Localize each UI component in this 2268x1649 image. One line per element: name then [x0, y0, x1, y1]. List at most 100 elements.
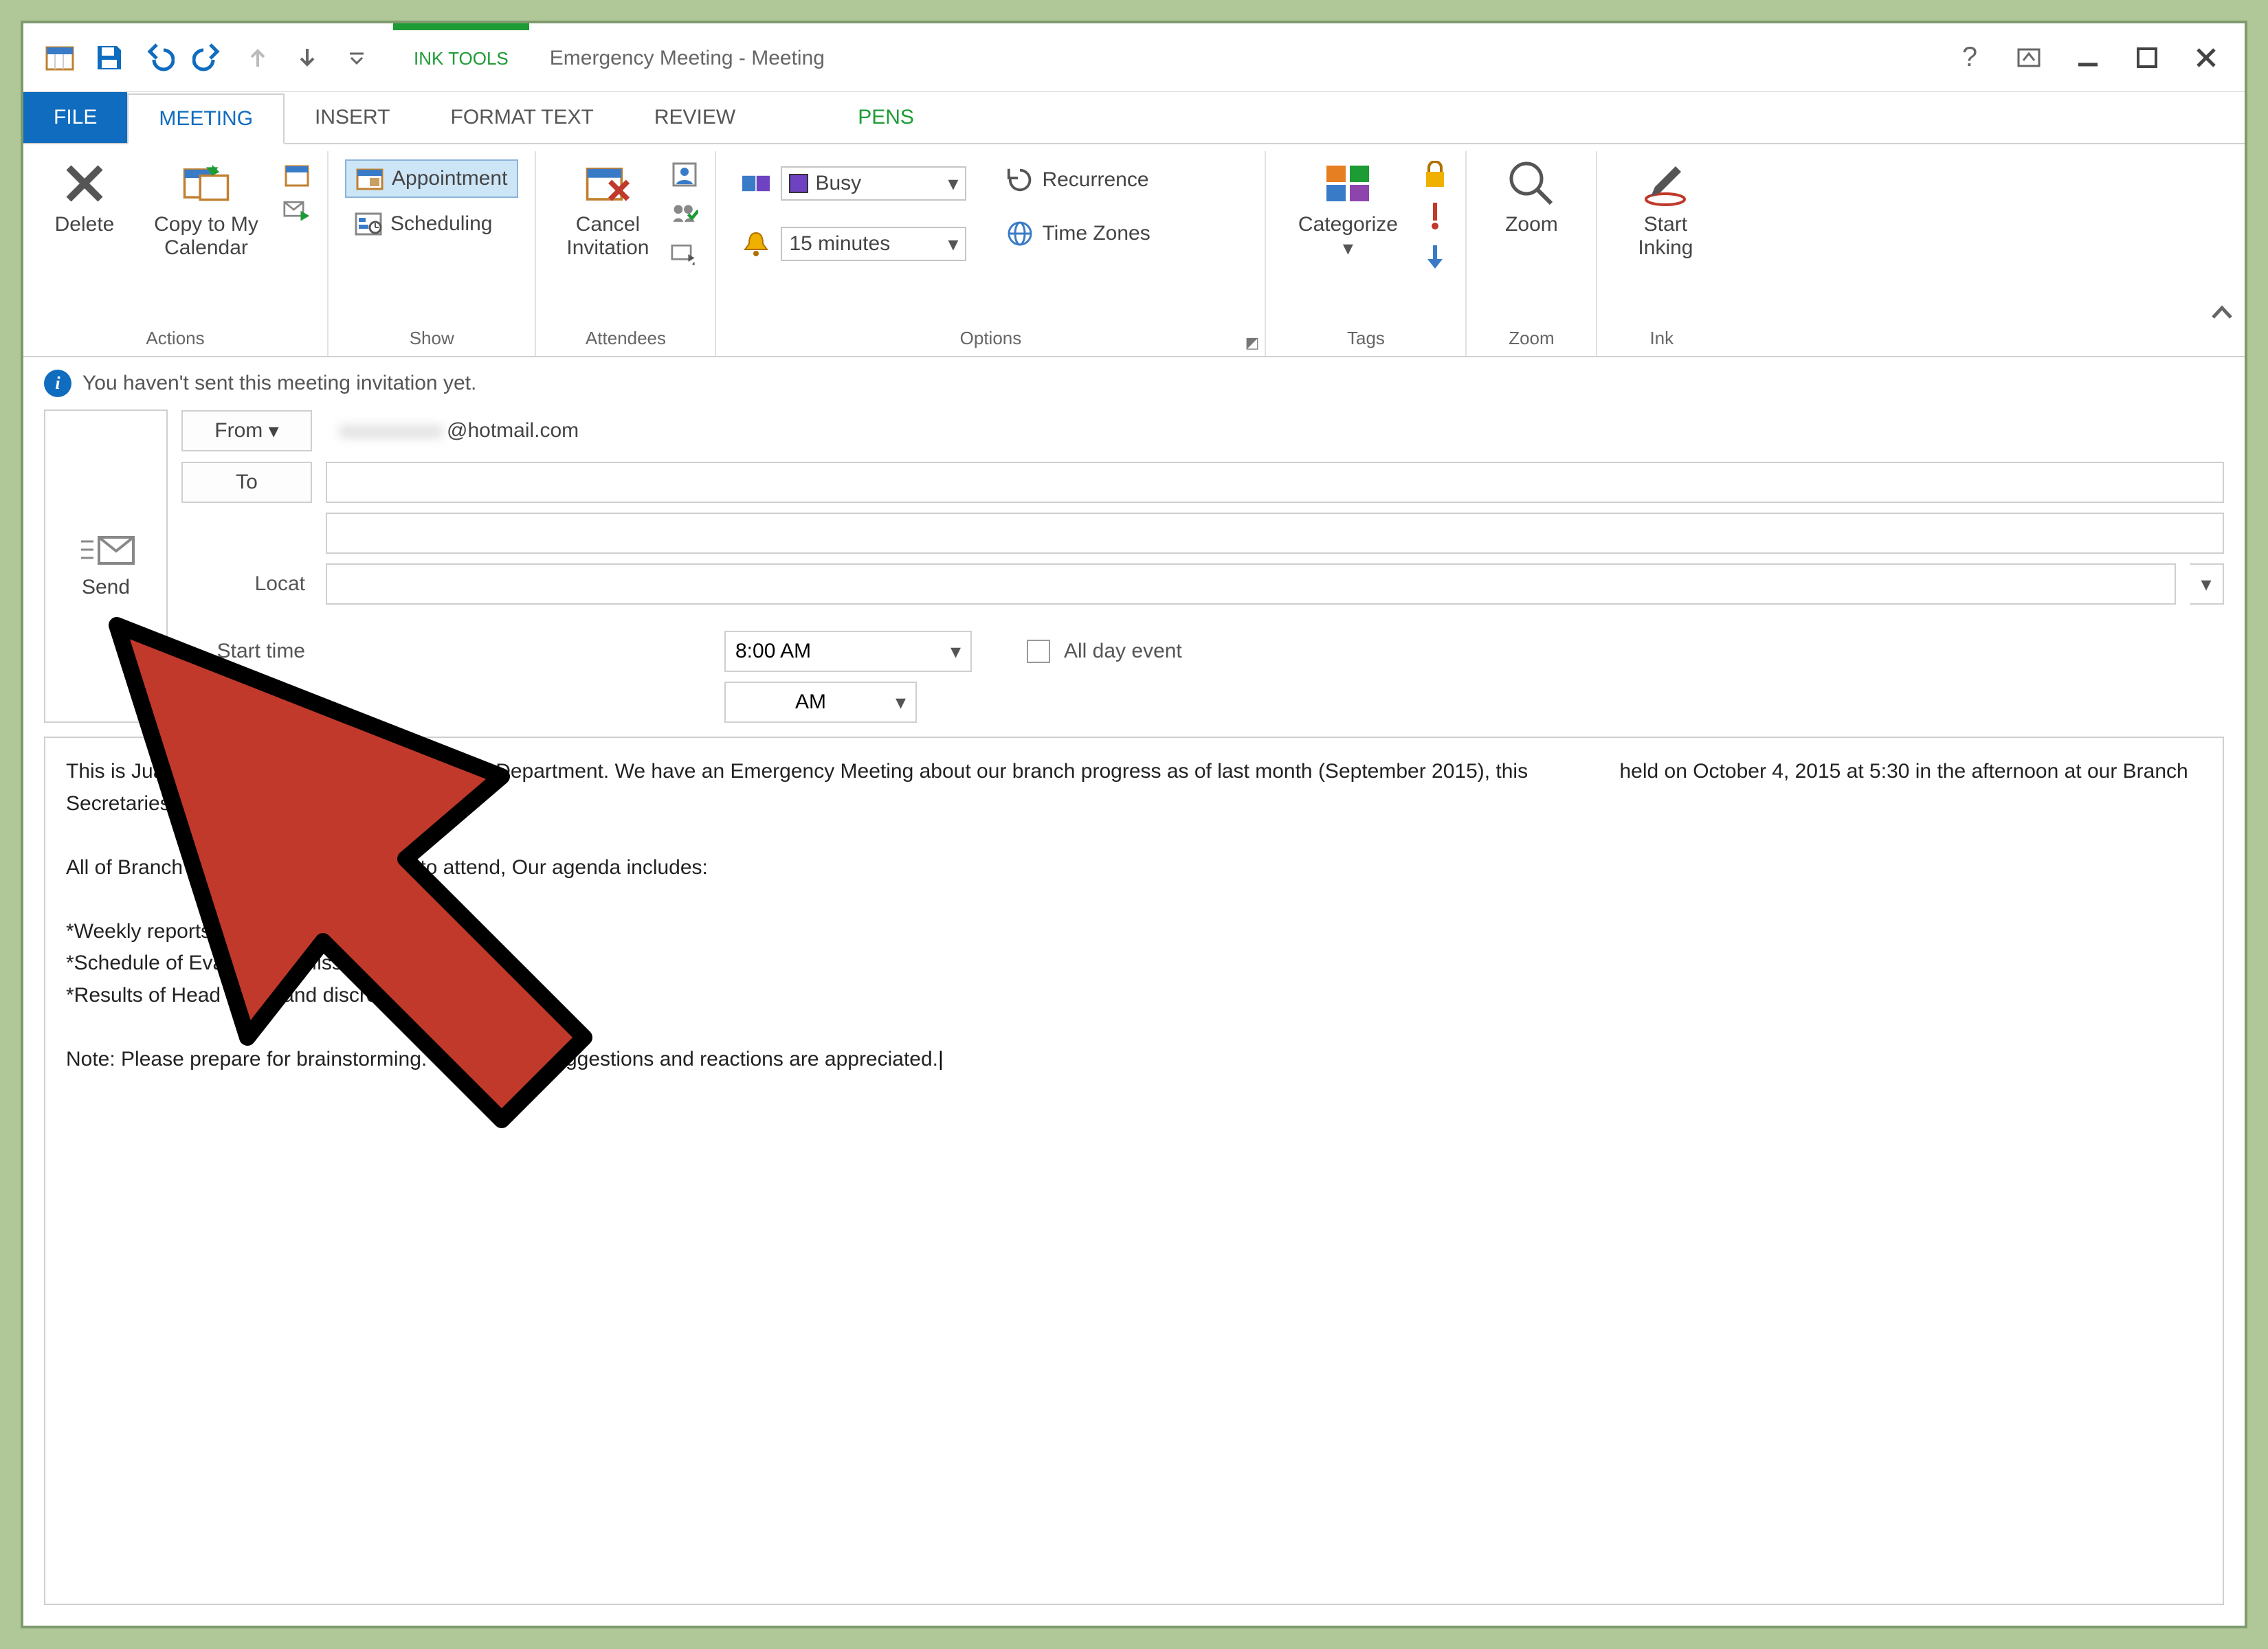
ribbon-display-options-icon[interactable] [2015, 44, 2043, 71]
info-icon: i [44, 370, 71, 397]
subject-field[interactable] [326, 513, 2224, 554]
maximize-icon[interactable] [2133, 44, 2161, 71]
high-importance-icon[interactable] [1421, 202, 1449, 229]
tab-pens[interactable]: PENS [827, 92, 944, 143]
private-lock-icon[interactable] [1421, 161, 1449, 188]
show-as-row: Busy ▾ [733, 162, 976, 205]
send-button[interactable]: Send [44, 410, 168, 723]
calendar-small-icon[interactable] [283, 161, 311, 188]
info-bar: i You haven't sent this meeting invitati… [23, 357, 2245, 410]
delete-x-icon [60, 159, 109, 207]
group-actions-label: Actions [40, 324, 311, 352]
check-names-icon[interactable] [671, 201, 698, 228]
ink-pen-icon [1641, 159, 1689, 207]
show-as-dropdown[interactable]: Busy ▾ [781, 166, 966, 201]
window-controls: ? [1931, 23, 2245, 91]
cancel-invitation-icon [583, 159, 632, 207]
body-note: Note: Please prepare for brainstorming. … [66, 1048, 944, 1070]
tab-format-text[interactable]: FORMAT TEXT [421, 92, 624, 143]
options-dialog-launcher-icon[interactable]: ◩ [1245, 334, 1260, 352]
copy-to-calendar-button[interactable]: Copy to My Calendar [137, 155, 275, 260]
group-show-label: Show [345, 324, 518, 352]
window-title: Emergency Meeting - Meeting [529, 23, 1931, 91]
tab-review[interactable]: REVIEW [624, 92, 766, 143]
location-label: Locat [181, 572, 312, 596]
next-item-icon[interactable] [291, 42, 323, 74]
body-bullet-2: *Schedule of Evangelical Missions. [66, 952, 386, 974]
help-icon[interactable]: ? [1956, 44, 1983, 71]
all-day-label: All day event [1064, 640, 1182, 663]
chevron-down-icon: ▾ [948, 172, 958, 196]
group-actions: Delete Copy to My Calendar [23, 151, 329, 356]
redo-icon[interactable] [192, 42, 224, 74]
forward-small-icon[interactable] [283, 197, 311, 224]
busy-swatch-icon [789, 174, 808, 193]
categorize-label: Categorize [1298, 213, 1398, 236]
to-field[interactable] [326, 462, 2224, 503]
from-suffix: @hotmail.com [447, 419, 579, 442]
start-time-dropdown[interactable]: 8:00 AM ▾ [724, 631, 972, 672]
copy-to-calendar-label: Copy to My Calendar [154, 213, 258, 260]
start-time-value: 8:00 AM [735, 640, 811, 663]
delete-button[interactable]: Delete [40, 155, 129, 236]
categorize-icon [1324, 159, 1372, 207]
appointment-button[interactable]: Appointment [345, 159, 518, 198]
all-day-checkbox[interactable] [1027, 640, 1050, 663]
address-book-icon[interactable] [671, 161, 698, 188]
ink-tools-contextual-tab: INK TOOLS [393, 23, 529, 91]
end-time-value: AM [795, 691, 826, 714]
low-importance-icon[interactable] [1421, 243, 1449, 271]
start-inking-button[interactable]: Start Inking [1614, 155, 1717, 260]
from-label: From [214, 419, 263, 442]
zoom-label: Zoom [1505, 213, 1558, 236]
group-zoom-label: Zoom [1483, 324, 1579, 352]
chevron-down-icon: ▾ [948, 232, 958, 256]
save-icon[interactable] [93, 42, 125, 74]
group-attendees-label: Attendees [553, 324, 698, 352]
tab-insert[interactable]: INSERT [285, 92, 420, 143]
group-options: Busy ▾ 15 minutes ▾ [716, 151, 1266, 356]
group-ink-label: Ink [1614, 324, 2228, 352]
body-p1: This is Juan D. Smith Local Se f KHM Dep… [66, 760, 2194, 815]
from-button[interactable]: From ▾ [181, 410, 312, 451]
calendar-icon[interactable] [44, 42, 76, 74]
location-dropdown[interactable]: ▾ [2190, 563, 2224, 605]
message-body[interactable]: This is Juan D. Smith Local Se f KHM Dep… [44, 737, 2224, 1605]
group-ink: Start Inking Ink [1597, 151, 2245, 356]
scheduling-button[interactable]: Scheduling [345, 206, 518, 242]
chevron-down-icon: ▾ [950, 640, 961, 664]
cancel-invitation-button[interactable]: Cancel Invitation [553, 155, 663, 260]
start-time-label: Start time [181, 640, 312, 663]
collapse-ribbon-icon[interactable] [2210, 305, 2234, 322]
reminder-dropdown[interactable]: 15 minutes ▾ [781, 227, 966, 261]
end-time-dropdown[interactable]: AM ▾ [724, 682, 917, 723]
from-row: From ▾ xxxxxxxxxx@hotmail.com [181, 410, 2224, 452]
undo-icon[interactable] [143, 42, 175, 74]
start-time-row: Start time 8:00 AM ▾ All day event [181, 631, 2224, 672]
qat-customize-icon[interactable] [341, 42, 373, 74]
reminder-row: 15 minutes ▾ [733, 223, 976, 265]
to-button[interactable]: To [181, 462, 312, 503]
group-show: Appointment Scheduling Show [329, 151, 536, 356]
calendar-copy-icon [182, 159, 230, 207]
recurrence-button[interactable]: Recurrence [997, 162, 1159, 198]
zoom-button[interactable]: Zoom [1483, 155, 1579, 236]
end-time-row: End time AM ▾ [181, 682, 2224, 723]
title-bar: INK TOOLS Emergency Meeting - Meeting ? [23, 23, 2245, 92]
ribbon-tabs: FILE MEETING INSERT FORMAT TEXT REVIEW P… [23, 92, 2245, 144]
close-icon[interactable] [2192, 44, 2220, 71]
time-zones-button[interactable]: Time Zones [997, 216, 1159, 251]
tab-meeting[interactable]: MEETING [127, 93, 285, 144]
location-field[interactable] [326, 563, 2176, 605]
subject-row [181, 513, 2224, 554]
quick-access-toolbar [23, 23, 393, 91]
reminder-bell-icon [742, 230, 770, 258]
minimize-icon[interactable] [2074, 44, 2102, 71]
zoom-icon [1507, 159, 1555, 207]
tab-file[interactable]: FILE [23, 92, 127, 143]
response-options-icon[interactable] [671, 240, 698, 268]
group-attendees: Cancel Invitation Attendees [536, 151, 716, 356]
end-time-label: End time [181, 691, 312, 714]
categorize-button[interactable]: Categorize ▾ [1282, 155, 1413, 260]
ribbon: Delete Copy to My Calendar [23, 144, 2245, 357]
